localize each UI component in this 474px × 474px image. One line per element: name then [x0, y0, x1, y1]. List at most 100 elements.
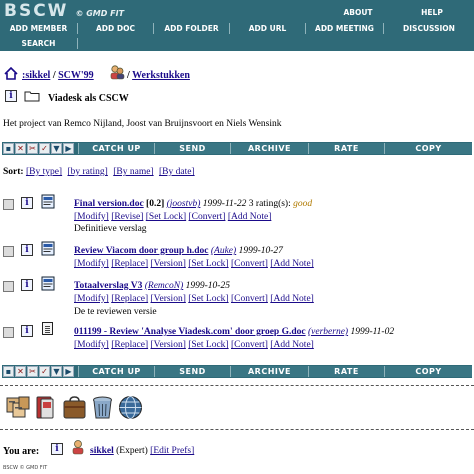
sort-by-rating[interactable]: [by rating]	[67, 167, 107, 177]
copy-button[interactable]: COPY	[384, 366, 472, 377]
item-title[interactable]: Review Viacom door group h.doc	[74, 246, 209, 256]
home-icon[interactable]	[4, 66, 18, 80]
item-checkbox[interactable]	[3, 281, 14, 292]
add-note-link[interactable]: [Add Note]	[270, 259, 314, 269]
replace-link[interactable]: [Replace]	[111, 294, 148, 304]
word-doc-icon[interactable]	[41, 241, 55, 256]
clipboard-icon[interactable]	[5, 394, 32, 421]
add-doc-button[interactable]: ADD DOC	[78, 23, 154, 34]
user-icon[interactable]	[70, 439, 86, 455]
users-icon[interactable]	[109, 64, 125, 80]
folder-description: Het project van Remco Nijland, Joost van…	[3, 119, 282, 129]
archive-button[interactable]: ARCHIVE	[230, 366, 308, 377]
convert-link[interactable]: [Convert]	[231, 340, 268, 350]
copy-button[interactable]: COPY	[384, 143, 472, 154]
item-checkbox[interactable]	[3, 327, 14, 338]
delete-icon[interactable]: ✕	[15, 143, 26, 154]
about-button[interactable]: ABOUT	[326, 7, 390, 18]
edit-prefs-link[interactable]: [Edit Prefs]	[150, 446, 194, 456]
convert-link[interactable]: [Convert]	[231, 259, 268, 269]
replace-link[interactable]: [Replace]	[111, 340, 148, 350]
sort-by-date[interactable]: [By date]	[159, 167, 195, 177]
word-doc-icon[interactable]	[41, 194, 55, 209]
select-all-icon[interactable]: ▪	[3, 143, 14, 154]
help-button[interactable]: HELP	[392, 7, 472, 18]
document-icon[interactable]	[42, 322, 53, 335]
breadcrumb-home[interactable]: :sikkel	[22, 70, 50, 81]
play-icon[interactable]: ▶	[63, 366, 74, 377]
replace-link[interactable]: [Replace]	[111, 259, 148, 269]
mark-icon[interactable]: ✓	[39, 143, 50, 154]
revise-link[interactable]: [Revise]	[111, 212, 143, 222]
item-owner[interactable]: (verberne)	[308, 327, 348, 337]
item-title[interactable]: Final version.doc	[74, 199, 144, 209]
catch-up-button[interactable]: CATCH UP	[78, 366, 154, 377]
send-button[interactable]: SEND	[154, 143, 230, 154]
version-link[interactable]: [Version]	[151, 259, 186, 269]
item-title[interactable]: Totaalverslag V3	[74, 281, 142, 291]
modify-link[interactable]: [Modify]	[74, 340, 109, 350]
add-folder-button[interactable]: ADD FOLDER	[154, 23, 230, 34]
cut-icon[interactable]: ✂	[27, 143, 38, 154]
modify-link[interactable]: [Modify]	[74, 212, 109, 222]
down-icon[interactable]: ▼	[51, 366, 62, 377]
select-all-icon[interactable]: ▪	[3, 366, 14, 377]
breadcrumb-scw[interactable]: SCW'99	[58, 70, 94, 81]
archive-button[interactable]: ARCHIVE	[230, 143, 308, 154]
add-url-button[interactable]: ADD URL	[230, 23, 306, 34]
delete-icon[interactable]: ✕	[15, 366, 26, 377]
modify-link[interactable]: [Modify]	[74, 294, 109, 304]
add-note-link[interactable]: [Add Note]	[270, 294, 314, 304]
add-meeting-button[interactable]: ADD MEETING	[306, 23, 384, 34]
modify-link[interactable]: [Modify]	[74, 259, 109, 269]
info-icon[interactable]: i	[21, 197, 33, 209]
set-lock-link[interactable]: [Set Lock]	[188, 340, 228, 350]
breadcrumb: :sikkel / SCW'99	[22, 70, 94, 81]
item-note: De te reviewen versie	[74, 307, 157, 317]
globe-icon[interactable]	[117, 394, 144, 421]
bag-icon[interactable]	[61, 394, 88, 421]
info-icon[interactable]: i	[21, 325, 33, 337]
item-rating-count: 3 rating(s):	[248, 199, 291, 209]
rate-button[interactable]: RATE	[308, 143, 384, 154]
item-owner[interactable]: (Auke)	[211, 246, 236, 256]
info-icon[interactable]: i	[5, 90, 17, 102]
convert-link[interactable]: [Convert]	[231, 294, 268, 304]
item-title[interactable]: 011199 - Review 'Analyse Viadesk.com' do…	[74, 327, 306, 337]
mark-icon[interactable]: ✓	[39, 366, 50, 377]
rate-button[interactable]: RATE	[308, 366, 384, 377]
convert-link[interactable]: [Convert]	[189, 212, 226, 222]
cut-icon[interactable]: ✂	[27, 366, 38, 377]
user-name[interactable]: sikkel	[90, 446, 114, 456]
catch-up-button[interactable]: CATCH UP	[78, 143, 154, 154]
add-member-button[interactable]: ADD MEMBER	[0, 23, 78, 34]
send-button[interactable]: SEND	[154, 366, 230, 377]
add-note-link[interactable]: [Add Note]	[228, 212, 272, 222]
down-icon[interactable]: ▼	[51, 143, 62, 154]
version-link[interactable]: [Version]	[151, 340, 186, 350]
item-owner[interactable]: (joostvb)	[167, 199, 201, 209]
play-icon[interactable]: ▶	[63, 143, 74, 154]
info-icon[interactable]: i	[21, 244, 33, 256]
user-role: (Expert)	[116, 446, 148, 456]
item-checkbox[interactable]	[3, 246, 14, 257]
breadcrumb-current[interactable]: Werkstukken	[132, 70, 190, 81]
set-lock-link[interactable]: [Set Lock]	[188, 294, 228, 304]
set-lock-link[interactable]: [Set Lock]	[188, 259, 228, 269]
add-note-link[interactable]: [Add Note]	[270, 340, 314, 350]
word-doc-icon[interactable]	[41, 276, 55, 291]
set-lock-link[interactable]: [Set Lock]	[146, 212, 186, 222]
version-link[interactable]: [Version]	[151, 294, 186, 304]
info-icon[interactable]: i	[21, 279, 33, 291]
discussion-button[interactable]: DISCUSSION	[384, 23, 474, 34]
list-item-2-header: Review Viacom door group h.doc (Auke) 19…	[74, 246, 283, 256]
bookmarks-icon[interactable]	[33, 394, 60, 421]
sort-by-name[interactable]: [By name]	[113, 167, 153, 177]
trash-icon[interactable]	[89, 394, 116, 421]
item-checkbox[interactable]	[3, 199, 14, 210]
divider	[0, 429, 474, 430]
search-button[interactable]: SEARCH	[0, 38, 78, 49]
item-owner[interactable]: (RemcoN)	[145, 281, 184, 291]
info-icon[interactable]: i	[51, 443, 63, 455]
sort-by-type[interactable]: [By type]	[26, 167, 62, 177]
